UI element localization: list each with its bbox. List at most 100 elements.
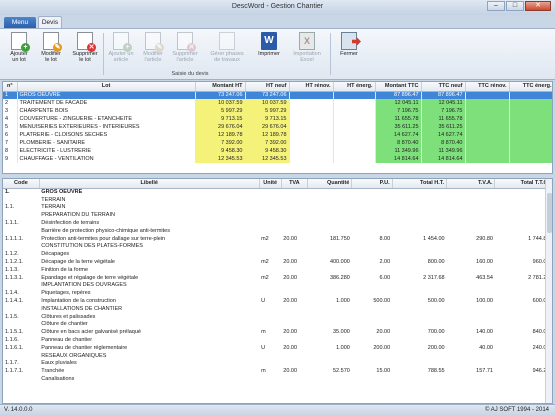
detail-row[interactable]: 1.1.6.1. Panneau de chantier réglementair… xyxy=(3,344,552,352)
col-header[interactable]: Libellé xyxy=(39,179,260,189)
detail-row[interactable]: 1.1.3.1. Epandage et régalage de terre vé… xyxy=(3,274,552,282)
lot-cell-ttcneuf: 12 045.11 xyxy=(421,99,466,107)
detail-row[interactable]: Clôture de chantier xyxy=(3,321,552,329)
minimize-button[interactable]: – xyxy=(487,1,505,11)
print-button[interactable]: W Imprimer xyxy=(254,32,284,68)
lot-row[interactable]: 1 GROS OEUVRE 73 247.06 73 247.06 87 896.47 8… xyxy=(3,91,552,99)
detail-cell-tht: 2 317.68 xyxy=(423,274,445,281)
lot-cell-n: 3 xyxy=(3,107,18,115)
detail-row[interactable]: 1.1.7. Eaux pluviales xyxy=(3,360,552,368)
col-header[interactable]: Montant TTC xyxy=(375,82,422,92)
detail-row[interactable]: TERRAIN xyxy=(3,196,552,204)
add-lot-button[interactable]: + Ajouter un lot xyxy=(4,32,34,68)
detail-row[interactable]: CONSTITUTION DES PLATES-FORMES xyxy=(3,243,552,251)
col-header[interactable]: Unité xyxy=(259,179,282,189)
detail-row[interactable]: 1.1. TERRAIN xyxy=(3,204,552,212)
detail-cell-q xyxy=(307,321,351,329)
detail-row[interactable]: 1.1.6. Panneau de chantier xyxy=(3,336,552,344)
detail-cell-lib: Implantation de la construction xyxy=(41,298,116,305)
lot-cell-ttcneuf: 8 870.40 xyxy=(421,139,466,147)
detail-row[interactable]: 1.1.2. Décapages xyxy=(3,250,552,258)
detail-cell-tva: 20.00 xyxy=(283,344,298,351)
detail-row[interactable]: 1. GROS OEUVRE xyxy=(3,188,552,196)
col-header[interactable]: TVA xyxy=(281,179,308,189)
detail-cell-ttc xyxy=(495,360,552,368)
detail-row[interactable]: 1.1.2.1. Décapage de la terre végétale m2 2… xyxy=(3,258,552,266)
scroll-thumb[interactable] xyxy=(547,193,552,233)
lot-cell-mht: 5 997.29 xyxy=(195,107,246,115)
col-header[interactable]: HT neuf xyxy=(245,82,290,92)
delete-lot-button[interactable]: ✕ Supprimer le lot xyxy=(70,32,100,68)
detail-cell-code: 1.1.6.1. xyxy=(5,344,24,351)
detail-row[interactable]: PREPARATION DU TERRAIN xyxy=(3,211,552,219)
delete-article-button[interactable]: ✕ Supprimer l'article xyxy=(170,32,200,68)
lot-row[interactable]: 3 CHARPENTE BOIS 5 997.29 5 997.29 7 196.75 7… xyxy=(3,107,552,115)
col-header[interactable]: TTC neuf xyxy=(421,82,466,92)
lot-row[interactable]: 7 PLOMBERIE - SANITAIRE 7 392.00 7 392.00 8 … xyxy=(3,139,552,147)
col-header[interactable]: n° xyxy=(3,82,18,92)
detail-row[interactable]: 1.1.7.1. Tranchée m 20.00 52.570 15.00 788.55 1… xyxy=(3,367,552,375)
detail-cell-vat xyxy=(447,305,495,313)
import-excel-button[interactable]: X Importation Excel xyxy=(290,32,324,68)
detail-row[interactable]: 1.1.4. Piquetages, repères xyxy=(3,289,552,297)
manage-phases-button[interactable]: Gérer phases de travaux xyxy=(208,32,246,68)
separator xyxy=(330,33,331,75)
detail-cell-vat xyxy=(447,243,495,251)
close-window-button[interactable]: ✕ xyxy=(525,1,551,11)
detail-row[interactable]: IMPLANTATION DES OUVRAGES xyxy=(3,282,552,290)
detail-row[interactable]: Canalisations xyxy=(3,375,552,383)
col-header[interactable]: Montant HT xyxy=(195,82,246,92)
lot-row[interactable]: 9 CHAUFFAGE - VENTILATION 12 345.53 12 345.… xyxy=(3,155,552,163)
vertical-scrollbar[interactable] xyxy=(545,179,552,403)
col-header[interactable]: Total H.T. xyxy=(392,179,448,189)
lot-cell-mht: 29 676.04 xyxy=(195,123,246,131)
detail-cell-lib: Piquetages, repères xyxy=(41,290,91,297)
edit-article-button[interactable]: ✎ Modifier l'article xyxy=(138,32,168,68)
detail-cell-q: 1.000 xyxy=(336,298,350,305)
detail-cell-ttc: 2 781.22 xyxy=(528,274,550,281)
lot-cell-htenerg xyxy=(333,99,376,107)
col-header[interactable]: HT rénov. xyxy=(289,82,334,92)
lot-row[interactable]: 4 COUVERTURE - ZINGUERIE - ETANCHEITE 9 71… xyxy=(3,115,552,123)
col-header[interactable]: Lot xyxy=(17,82,196,92)
col-header[interactable]: TTC énerg. xyxy=(509,82,552,92)
lot-cell-mttc: 14 627.74 xyxy=(375,131,422,139)
detail-cell-vat: 290.80 xyxy=(476,235,493,242)
detail-cell-code: 1.1.6. xyxy=(5,337,19,344)
detail-cell-tht xyxy=(392,352,446,360)
add-article-button[interactable]: + Ajouter un article xyxy=(106,32,136,68)
detail-cell-tva: 20.00 xyxy=(283,368,298,375)
col-header[interactable]: P.U. xyxy=(351,179,393,189)
detail-cell-q: 386.280 xyxy=(329,274,350,281)
add-page-icon: + xyxy=(11,32,30,52)
maximize-button[interactable]: □ xyxy=(506,1,524,11)
lot-row[interactable]: 6 PLATRERIE - CLOISONS SECHES 12 189.78 12 … xyxy=(3,131,552,139)
detail-row[interactable]: RESEAUX ORGANIQUES xyxy=(3,352,552,360)
detail-row[interactable]: Barrière de protection physico-chimique … xyxy=(3,227,552,235)
col-header[interactable]: Quantité xyxy=(307,179,353,189)
detail-cell-tht xyxy=(392,375,446,383)
detail-cell-vat xyxy=(447,211,495,219)
detail-row[interactable]: 1.1.3. Finition de la forme xyxy=(3,266,552,274)
detail-row[interactable]: 1.1.5.1. Clôture en bacs acier galvanisé … xyxy=(3,328,552,336)
col-header[interactable]: T.V.A. xyxy=(446,179,496,189)
lot-cell-ttcneuf: 7 196.75 xyxy=(421,107,466,115)
lot-row[interactable]: 2 TRAITEMENT DE FACADE 10 037.59 10 037.59 1… xyxy=(3,99,552,107)
lot-cell-htneuf: 12 345.53 xyxy=(245,155,290,163)
col-header[interactable]: HT énerg. xyxy=(333,82,376,92)
detail-cell-tht xyxy=(392,360,446,368)
detail-row[interactable]: 1.1.4.1. Implantation de la construction U… xyxy=(3,297,552,305)
col-header[interactable]: Total T.T.C. xyxy=(494,179,552,189)
close-button[interactable]: Fermer xyxy=(334,32,364,68)
col-header[interactable]: Code xyxy=(3,179,40,189)
lot-row[interactable]: 5 MENUISERIES EXTERIEURES - INTERIEURES 29… xyxy=(3,123,552,131)
detail-cell-ttc xyxy=(495,336,552,344)
col-header[interactable]: TTC rénov. xyxy=(465,82,510,92)
detail-row[interactable]: 1.1.1. Désinfection de terrains xyxy=(3,219,552,227)
edit-lot-button[interactable]: ✎ Modifier le lot xyxy=(36,32,66,68)
detail-row[interactable]: INSTALLATIONS DE CHANTIER xyxy=(3,305,552,313)
lot-row[interactable]: 8 ELECTRICITE - LUSTRERIE 9 458.30 9 458.30… xyxy=(3,147,552,155)
detail-row[interactable]: 1.1.5. Clôtures et palissades xyxy=(3,313,552,321)
detail-row[interactable]: 1.1.1.1. Protection anti-termites pour da… xyxy=(3,235,552,243)
detail-cell-pu xyxy=(352,321,392,329)
